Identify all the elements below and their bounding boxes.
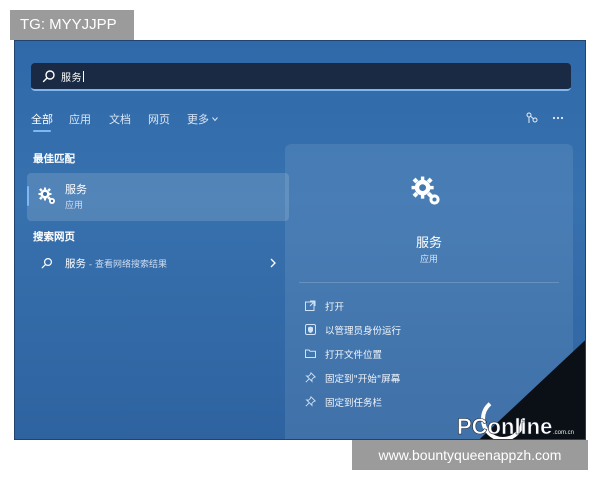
svg-text:.com.cn: .com.cn	[553, 430, 574, 436]
open-icon	[305, 300, 316, 311]
more-icon[interactable]	[551, 111, 565, 125]
pin-icon	[305, 372, 316, 383]
detail-subtitle: 应用	[419, 255, 438, 265]
tab-documents[interactable]: 文档	[109, 111, 131, 129]
best-match-heading: 最佳匹配	[33, 153, 75, 165]
web-search-result[interactable]: 服务 - 查看网络搜索结果	[27, 251, 289, 275]
tab-more-label: 更多	[187, 113, 209, 126]
pconline-watermark-logo: PConline .com.cn 太平洋电脑网	[457, 340, 585, 439]
share-icon[interactable]	[525, 111, 539, 125]
web-search-label: 服务 - 查看网络搜索结果	[65, 258, 167, 270]
action-open[interactable]: 打开	[305, 298, 545, 314]
tab-apps[interactable]: 应用	[69, 111, 91, 129]
admin-shield-icon	[305, 324, 316, 335]
detail-title: 服务	[415, 236, 442, 251]
best-match-subtitle: 应用	[65, 201, 84, 211]
chevron-down-icon	[212, 117, 218, 122]
tg-watermark-badge: TG: MYYJJPP	[10, 10, 134, 40]
folder-icon	[305, 349, 316, 358]
filter-tabs: 全部 应用 文档 网页 更多	[31, 111, 571, 132]
selection-indicator	[27, 186, 29, 206]
results-list: 最佳匹配 服务 应用 搜索网页 服务 - 查看网络搜索结果	[27, 141, 291, 439]
svg-text:PConline: PConline	[457, 414, 552, 439]
action-pin-to-taskbar-label: 固定到任务栏	[325, 398, 383, 409]
windows-search-window: 服务 全部 应用 文档 网页 更多 最佳匹配 服务 应用 搜索网页 服务 - 查…	[14, 40, 586, 440]
best-match-title: 服务	[65, 183, 87, 196]
search-query: 服务	[61, 71, 84, 84]
search-icon	[42, 70, 55, 83]
best-match-result[interactable]: 服务 应用	[27, 173, 289, 221]
chevron-right-icon[interactable]	[269, 258, 277, 268]
gear-icon	[38, 187, 55, 204]
action-run-as-admin-label: 以管理员身份运行	[325, 326, 402, 337]
tab-web[interactable]: 网页	[148, 111, 170, 129]
divider	[299, 282, 559, 283]
web-search-heading: 搜索网页	[33, 231, 75, 243]
gear-icon	[411, 176, 440, 205]
action-pin-to-start-label: 固定到"开始"屏幕	[325, 374, 401, 385]
url-watermark-badge: www.bountyqueenappzh.com	[352, 440, 588, 470]
tab-more[interactable]: 更多	[187, 111, 218, 129]
action-open-file-location-label: 打开文件位置	[325, 350, 383, 361]
action-open-label: 打开	[325, 302, 345, 313]
pin-icon	[305, 396, 316, 407]
search-input[interactable]: 服务	[31, 63, 571, 91]
search-icon	[41, 257, 53, 269]
tab-all[interactable]: 全部	[31, 111, 53, 132]
